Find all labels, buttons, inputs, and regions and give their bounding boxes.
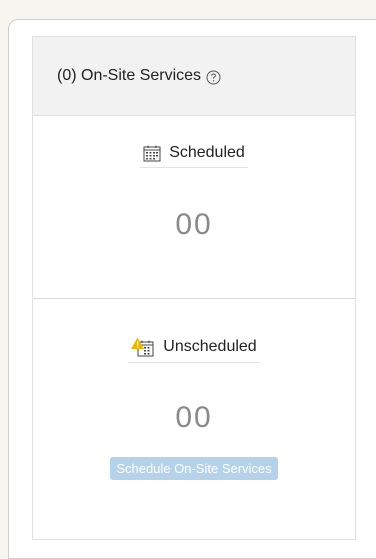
unscheduled-count: 00	[175, 401, 213, 434]
schedule-on-site-services-button[interactable]: Schedule On-Site Services	[110, 457, 278, 480]
unscheduled-section: Unscheduled 00 Schedule On-Site Services	[33, 299, 355, 539]
unscheduled-heading: Unscheduled	[128, 337, 260, 363]
help-circle-icon[interactable]	[206, 70, 221, 85]
unscheduled-label: Unscheduled	[163, 338, 257, 355]
on-site-services-panel: (0) On-Site Services Scheduled 00 Unsche…	[32, 36, 356, 540]
scheduled-label: Scheduled	[169, 144, 245, 161]
panel-header: (0) On-Site Services	[33, 37, 355, 116]
calendar-icon	[143, 145, 161, 162]
calendar-warning-icon	[131, 337, 155, 357]
scheduled-count: 00	[175, 208, 213, 241]
panel-title: (0) On-Site Services	[57, 67, 202, 84]
scheduled-section: Scheduled 00	[33, 116, 355, 299]
scheduled-heading: Scheduled	[140, 144, 248, 168]
